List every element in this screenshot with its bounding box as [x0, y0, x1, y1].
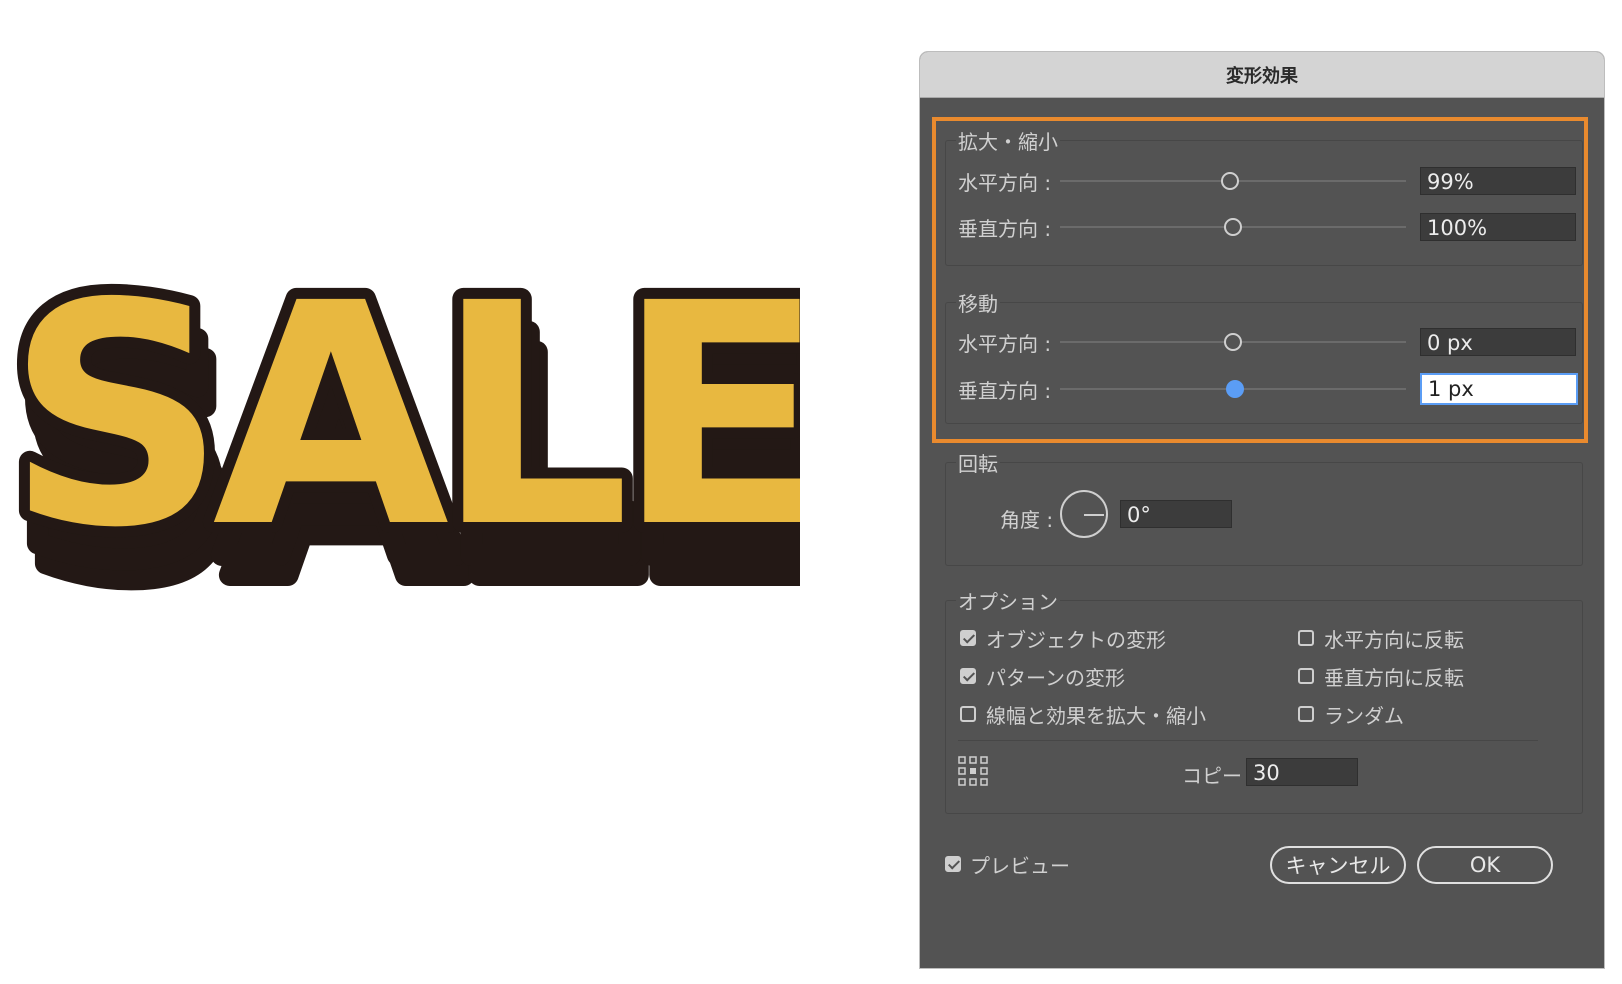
reflect-horizontal-label: 水平方向に反転 — [1324, 628, 1464, 652]
ok-button[interactable]: OK — [1417, 846, 1553, 884]
transform-objects-checkbox[interactable] — [960, 630, 976, 646]
scale-strokes-checkbox[interactable] — [960, 706, 976, 722]
copy-input[interactable]: 30 — [1246, 758, 1358, 786]
transform-effect-dialog: 変形効果 拡大・縮小 水平方向 : 99% 垂直方向 : 100% 移動 水平方… — [920, 52, 1604, 968]
reference-point-icon[interactable] — [958, 756, 988, 786]
transform-objects-label: オブジェクトの変形 — [986, 628, 1166, 652]
angle-label: 角度 : — [1000, 508, 1054, 532]
highlight-frame — [932, 117, 1588, 443]
reflect-vertical-label: 垂直方向に反転 — [1324, 666, 1464, 690]
transform-patterns-label: パターンの変形 — [986, 666, 1125, 690]
transform-patterns-checkbox[interactable] — [960, 668, 976, 684]
angle-input[interactable]: 0° — [1120, 500, 1232, 528]
sale-face: SALE — [6, 260, 800, 595]
rotate-legend: 回転 — [956, 448, 1000, 477]
sale-artwork: SALE SALE SALE SALE — [0, 260, 800, 640]
reflect-horizontal-checkbox[interactable] — [1298, 630, 1314, 646]
dialog-title: 変形効果 — [920, 52, 1604, 98]
copy-label: コピー — [1182, 764, 1242, 788]
random-checkbox[interactable] — [1298, 706, 1314, 722]
preview-label: プレビュー — [970, 854, 1070, 878]
random-label: ランダム — [1324, 704, 1404, 728]
angle-dial-icon[interactable] — [1060, 490, 1108, 538]
options-separator — [958, 740, 1538, 741]
reflect-vertical-checkbox[interactable] — [1298, 668, 1314, 684]
preview-checkbox[interactable] — [945, 856, 961, 872]
scale-strokes-label: 線幅と効果を拡大・縮小 — [986, 704, 1206, 728]
options-legend: オプション — [956, 586, 1060, 615]
cancel-button[interactable]: キャンセル — [1270, 846, 1406, 884]
